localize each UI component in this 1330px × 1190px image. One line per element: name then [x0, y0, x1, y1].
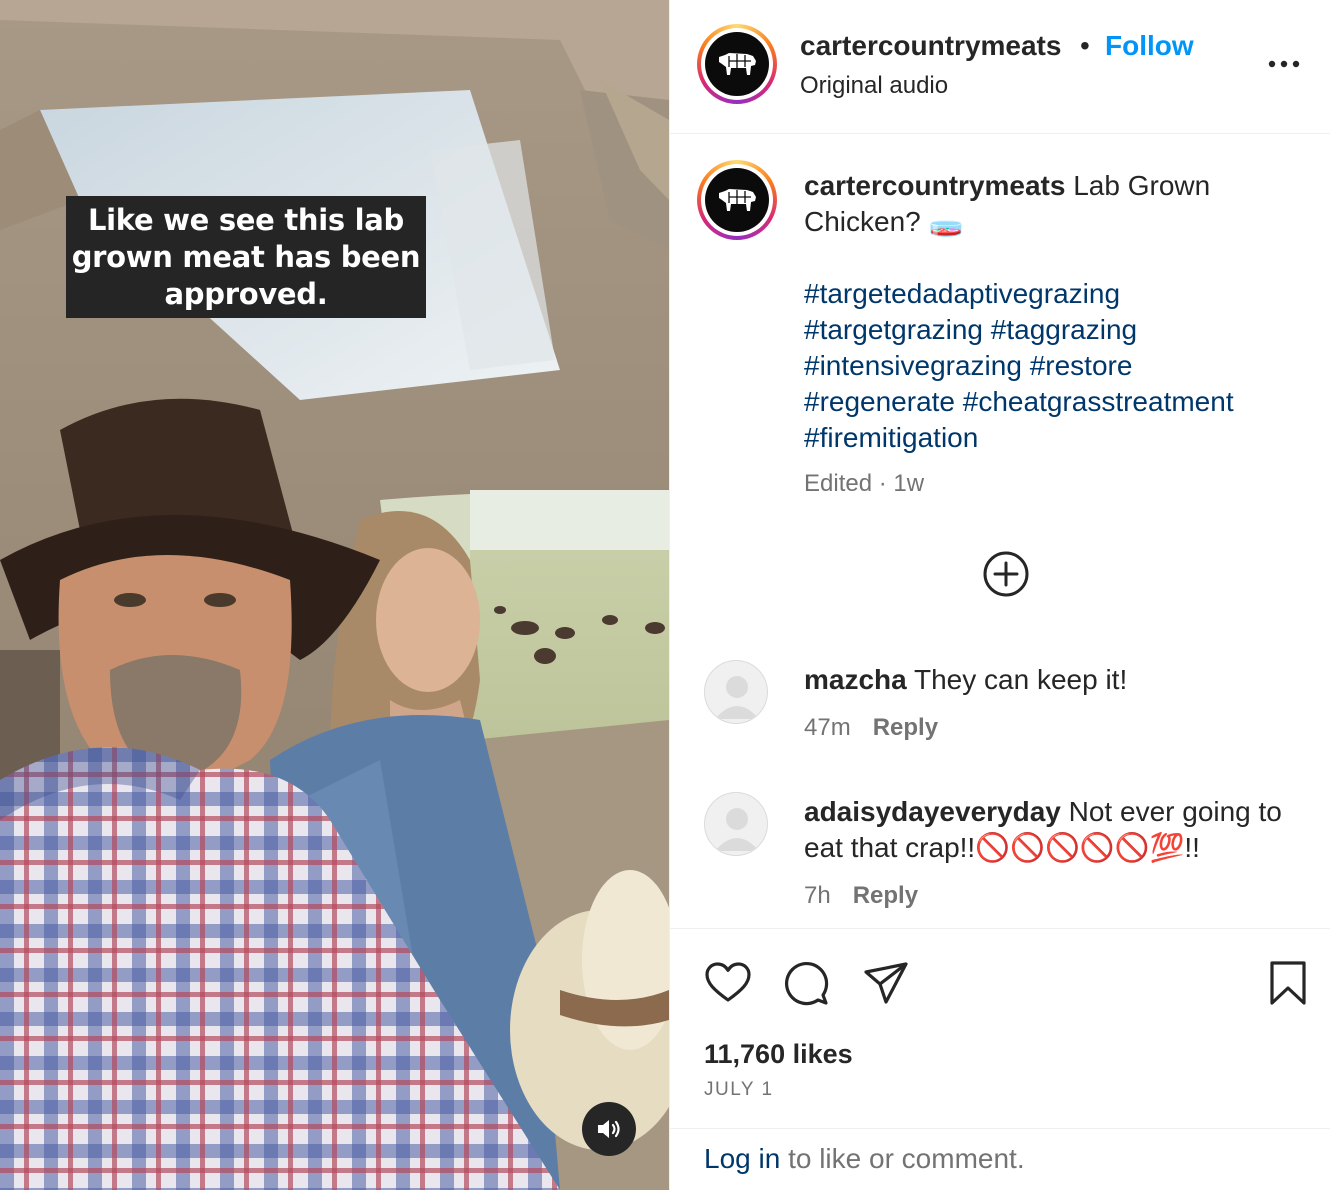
post-header: cartercountrymeats • Follow Original aud…: [670, 0, 1330, 134]
comment-text: adaisydayeveryday Not ever going to eat …: [804, 794, 1304, 866]
cow-logo-icon: [719, 189, 756, 211]
login-link[interactable]: Log in: [704, 1143, 780, 1174]
comment-meta: 7h Reply: [804, 882, 918, 910]
header-username-link[interactable]: cartercountrymeats: [800, 30, 1061, 62]
audio-label[interactable]: Original audio: [800, 72, 948, 100]
comment-text: mazcha They can keep it!: [804, 662, 1304, 698]
default-avatar-icon[interactable]: [704, 660, 768, 724]
likes-count[interactable]: 11,760 likes: [704, 1039, 853, 1070]
caption-timestamp: Edited · 1w: [804, 470, 925, 497]
default-avatar-icon[interactable]: [704, 792, 768, 856]
comment-meta: 47m Reply: [804, 714, 938, 742]
comment-username-link[interactable]: mazcha: [804, 664, 907, 695]
follow-button[interactable]: Follow: [1105, 30, 1194, 62]
caption-avatar[interactable]: [697, 160, 777, 240]
video-frame: [0, 0, 669, 1190]
reply-button[interactable]: Reply: [853, 882, 918, 909]
video-caption-overlay: Like we see this lab grown meat has been…: [66, 196, 426, 318]
speaker-icon: [598, 1120, 620, 1138]
post-date: JULY 1: [704, 1079, 774, 1100]
hashtag-line[interactable]: #regenerate #cheatgrasstreatment: [804, 384, 1304, 420]
post-actions: 11,760 likes JULY 1: [670, 928, 1330, 1128]
petri-dish-emoji: 🧫: [928, 206, 964, 237]
hashtag-line[interactable]: #firemitigation: [804, 420, 1304, 456]
header-separator: •: [1080, 30, 1090, 61]
login-text: Log in to like or comment.: [704, 1143, 1025, 1175]
profile-avatar[interactable]: [697, 24, 777, 104]
comment-time: 7h: [804, 882, 831, 909]
hashtag-list: #targetedadaptivegrazing #targetgrazing …: [804, 276, 1304, 456]
plus-circle-icon[interactable]: [982, 550, 1030, 598]
more-options-icon[interactable]: [1266, 52, 1302, 76]
cow-logo-icon: [719, 53, 756, 75]
hashtag-line[interactable]: #targetedadaptivegrazing: [804, 276, 1304, 312]
heart-icon[interactable]: [704, 959, 752, 1007]
hashtag-line[interactable]: #intensivegrazing #restore: [804, 348, 1304, 384]
caption-text: cartercountrymeats Lab Grown Chicken? 🧫: [804, 168, 1304, 240]
comment-icon[interactable]: [782, 959, 830, 1007]
bookmark-icon[interactable]: [1264, 959, 1312, 1007]
post-media[interactable]: Like we see this lab grown meat has been…: [0, 0, 669, 1190]
comment-body: They can keep it!: [914, 664, 1128, 695]
comment-time: 47m: [804, 714, 851, 741]
caption-username-link[interactable]: cartercountrymeats: [804, 170, 1065, 201]
post-sidebar: cartercountrymeats • Follow Original aud…: [669, 0, 1330, 1190]
login-rest: to like or comment.: [780, 1143, 1025, 1174]
hashtag-line[interactable]: #targetgrazing #taggrazing: [804, 312, 1304, 348]
comment-username-link[interactable]: adaisydayeveryday: [804, 796, 1061, 827]
reply-button[interactable]: Reply: [873, 714, 938, 741]
share-icon[interactable]: [862, 959, 910, 1007]
login-prompt: Log in to like or comment.: [670, 1128, 1330, 1190]
sound-toggle-button[interactable]: [582, 1102, 636, 1156]
